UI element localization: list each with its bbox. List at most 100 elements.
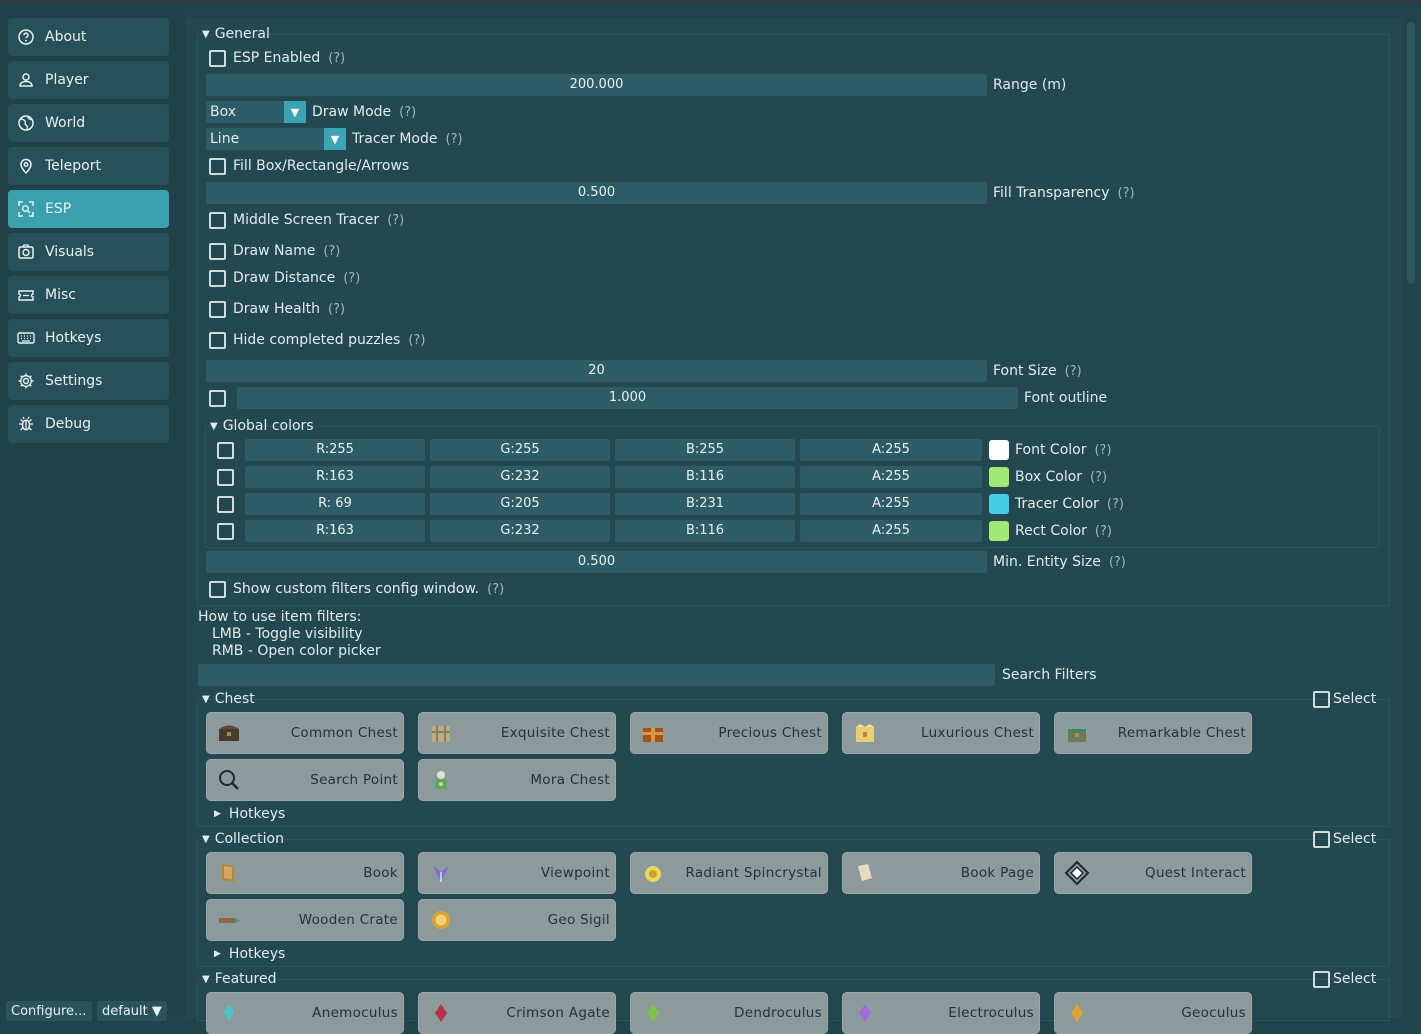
sidebar-item-misc[interactable]: Misc: [8, 276, 169, 314]
filter-common-chest[interactable]: Common Chest: [206, 712, 404, 754]
remarkable-chest-icon: [1068, 729, 1086, 742]
sidebar-item-label: World: [45, 115, 86, 131]
sidebar-item-teleport[interactable]: Teleport: [8, 147, 169, 185]
filter-dendroculus[interactable]: Dendroculus: [630, 992, 828, 1034]
filter-geoculus[interactable]: Geoculus: [1054, 992, 1252, 1034]
sidebar-item-hotkeys[interactable]: Hotkeys: [8, 319, 169, 357]
font-color-b[interactable]: B:255: [615, 439, 795, 461]
sidebar-item-player[interactable]: Player: [8, 61, 169, 99]
search-filters-input[interactable]: [198, 664, 995, 686]
sidebar-item-esp[interactable]: ESP: [8, 190, 169, 228]
chest-select-checkbox[interactable]: [1313, 691, 1330, 708]
font-outline-checkbox[interactable]: [209, 390, 226, 407]
chest-select-label: Select: [1333, 691, 1377, 707]
vertical-scrollbar[interactable]: [1407, 22, 1415, 284]
rect-color-swatch[interactable]: [989, 521, 1009, 541]
box-color-b[interactable]: B:116: [615, 466, 795, 488]
font-color-a[interactable]: A:255: [800, 439, 982, 461]
rect-color-a[interactable]: A:255: [800, 520, 982, 542]
font-color-r[interactable]: R:255: [245, 439, 425, 461]
book-page-icon: [858, 864, 872, 881]
configure-button[interactable]: Configure...: [6, 1001, 92, 1021]
sidebar: About Player World Teleport ESP Visuals …: [0, 3, 182, 1021]
box-color-checkbox[interactable]: [217, 469, 234, 486]
sidebar-item-world[interactable]: World: [8, 104, 169, 142]
rect-color-r[interactable]: R:163: [245, 520, 425, 542]
tracer-color-g[interactable]: G:205: [430, 493, 610, 515]
collection-select-checkbox[interactable]: [1313, 831, 1330, 848]
profile-dropdown[interactable]: default ▼: [97, 1001, 167, 1021]
sidebar-item-debug[interactable]: Debug: [8, 405, 169, 443]
draw-mode-select[interactable]: Box ▼: [206, 101, 306, 123]
filter-crimson-agate[interactable]: Crimson Agate: [418, 992, 616, 1034]
min-entity-size-slider[interactable]: 0.500: [206, 551, 987, 573]
featured-section-header[interactable]: ▼ Featured: [202, 970, 277, 988]
rect-color-checkbox[interactable]: [217, 523, 234, 540]
collection-section-header[interactable]: ▼ Collection: [202, 830, 284, 848]
range-slider[interactable]: 200.000: [206, 74, 987, 96]
filter-exquisite-chest[interactable]: Exquisite Chest: [418, 712, 616, 754]
tracer-color-r[interactable]: R: 69: [245, 493, 425, 515]
box-color-a[interactable]: A:255: [800, 466, 982, 488]
font-color-g[interactable]: G:255: [430, 439, 610, 461]
help-marker: (?): [1064, 363, 1082, 379]
min-entity-size-label: Min. Entity Size (?): [993, 554, 1126, 570]
chest-hotkeys-toggle[interactable]: ▶ Hotkeys: [214, 805, 285, 823]
filter-wooden-crate[interactable]: Wooden Crate: [206, 899, 404, 941]
tracer-color-checkbox[interactable]: [217, 496, 234, 513]
tracer-color-b[interactable]: B:231: [615, 493, 795, 515]
gear-icon: [17, 372, 35, 390]
collection-hotkeys-toggle[interactable]: ▶ Hotkeys: [214, 945, 285, 963]
font-color-checkbox[interactable]: [217, 442, 234, 459]
fill-transparency-slider[interactable]: 0.500: [206, 182, 987, 204]
sidebar-item-about[interactable]: About: [8, 18, 169, 56]
filter-book-page[interactable]: Book Page: [842, 852, 1040, 894]
sidebar-item-settings[interactable]: Settings: [8, 362, 169, 400]
font-color-swatch[interactable]: [989, 440, 1009, 460]
box-color-swatch[interactable]: [989, 467, 1009, 487]
filter-mora-chest[interactable]: Mora Chest: [418, 759, 616, 801]
filter-anemoculus[interactable]: Anemoculus: [206, 992, 404, 1034]
draw-health-checkbox[interactable]: [209, 301, 226, 318]
filter-electroculus[interactable]: Electroculus: [842, 992, 1040, 1034]
help-marker: (?): [328, 50, 346, 66]
draw-name-checkbox[interactable]: [209, 243, 226, 260]
box-color-r[interactable]: R:163: [245, 466, 425, 488]
draw-distance-checkbox[interactable]: [209, 270, 226, 287]
font-size-slider[interactable]: 20: [206, 360, 987, 382]
filter-quest-interact[interactable]: Quest Interact: [1054, 852, 1252, 894]
font-outline-slider[interactable]: 1.000: [237, 387, 1018, 409]
box-color-g[interactable]: G:232: [430, 466, 610, 488]
draw-health-label: Draw Health (?): [233, 301, 346, 317]
filter-book[interactable]: Book: [206, 852, 404, 894]
sidebar-item-label: Debug: [45, 416, 92, 432]
esp-enabled-checkbox[interactable]: [209, 50, 226, 67]
hide-puzzles-checkbox[interactable]: [209, 332, 226, 349]
filters-help-rmb: RMB - Open color picker: [212, 643, 381, 659]
fill-box-checkbox[interactable]: [209, 158, 226, 175]
help-marker: (?): [387, 212, 405, 228]
tracer-color-a[interactable]: A:255: [800, 493, 982, 515]
filter-search-point[interactable]: Search Point: [206, 759, 404, 801]
chest-section-header[interactable]: ▼ Chest: [202, 690, 255, 708]
rect-color-b[interactable]: B:116: [615, 520, 795, 542]
filter-viewpoint[interactable]: Viewpoint: [418, 852, 616, 894]
filter-geo-sigil[interactable]: Geo Sigil: [418, 899, 616, 941]
general-section-header[interactable]: ▼ General: [202, 25, 270, 43]
featured-select-checkbox[interactable]: [1313, 971, 1330, 988]
rect-color-g[interactable]: G:232: [430, 520, 610, 542]
middle-tracer-checkbox[interactable]: [209, 212, 226, 229]
font-color-label: Font Color (?): [1015, 442, 1112, 458]
filter-luxurious-chest[interactable]: Luxurious Chest: [842, 712, 1040, 754]
tracer-mode-select[interactable]: Line ▼: [206, 128, 346, 150]
filter-precious-chest[interactable]: Precious Chest: [630, 712, 828, 754]
filter-radiant-spincrystal[interactable]: Radiant Spincrystal: [630, 852, 828, 894]
tracer-color-swatch[interactable]: [989, 494, 1009, 514]
custom-filters-checkbox[interactable]: [209, 581, 226, 598]
global-colors-header[interactable]: ▼ Global colors: [210, 417, 314, 435]
quest-interact-icon: [1064, 860, 1090, 886]
filter-remarkable-chest[interactable]: Remarkable Chest: [1054, 712, 1252, 754]
draw-distance-label: Draw Distance (?): [233, 270, 361, 286]
sidebar-item-visuals[interactable]: Visuals: [8, 233, 169, 271]
range-label: Range (m): [993, 77, 1067, 93]
